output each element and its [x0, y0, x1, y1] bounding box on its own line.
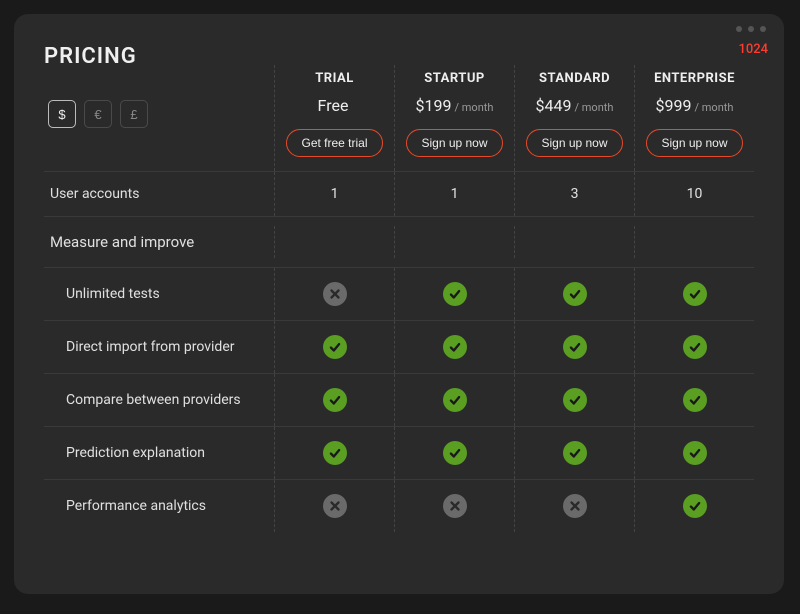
- plan-price: $449/ month: [519, 96, 630, 115]
- table-row: Performance analytics: [44, 479, 754, 532]
- pricing-header-row: $ € £ TRIAL Free Get free trial STARTUP …: [44, 65, 754, 171]
- section-row: Measure and improve: [44, 216, 754, 267]
- price-value: $449: [536, 96, 572, 115]
- plan-cell: [634, 427, 754, 479]
- plan-cell: [394, 480, 514, 532]
- currency-selector: $ € £: [48, 100, 270, 128]
- check-icon: [563, 441, 587, 465]
- breakpoint-badge: 1024: [738, 42, 768, 57]
- plan-cell: 1: [274, 172, 394, 216]
- plan-header-standard: STANDARD $449/ month Sign up now: [514, 65, 634, 171]
- check-icon: [683, 441, 707, 465]
- plan-cell: [514, 427, 634, 479]
- plan-cell: [274, 427, 394, 479]
- plan-cell: [394, 427, 514, 479]
- price-value: $199: [416, 96, 452, 115]
- plan-header-startup: STARTUP $199/ month Sign up now: [394, 65, 514, 171]
- check-icon: [563, 335, 587, 359]
- empty-cell: [634, 226, 754, 258]
- plan-cell: [514, 480, 634, 532]
- plan-cell: [634, 374, 754, 426]
- plan-cell: 10: [634, 172, 754, 216]
- empty-cell: [394, 226, 514, 258]
- row-label: Measure and improve: [44, 217, 274, 267]
- plan-name: ENTERPRISE: [639, 71, 750, 86]
- plan-cell: 1: [394, 172, 514, 216]
- price-period: / month: [455, 101, 494, 114]
- plan-price: $199/ month: [399, 96, 510, 115]
- row-label: Prediction explanation: [44, 431, 274, 475]
- cta-enterprise-button[interactable]: Sign up now: [646, 129, 742, 157]
- currency-eur-button[interactable]: €: [84, 100, 112, 128]
- table-row: Unlimited tests: [44, 267, 754, 320]
- plan-cell: [394, 268, 514, 320]
- table-row: Prediction explanation: [44, 426, 754, 479]
- row-label: Unlimited tests: [44, 272, 274, 316]
- plan-cell: [274, 268, 394, 320]
- currency-usd-button[interactable]: $: [48, 100, 76, 128]
- price-period: / month: [575, 101, 614, 114]
- plan-cell: [394, 374, 514, 426]
- check-icon: [563, 388, 587, 412]
- table-row: Compare between providers: [44, 373, 754, 426]
- check-icon: [323, 335, 347, 359]
- plan-cell: [514, 374, 634, 426]
- pricing-rows: User accounts11310Measure and improveUnl…: [44, 171, 754, 532]
- check-icon: [683, 388, 707, 412]
- check-icon: [683, 335, 707, 359]
- plan-cell: [274, 374, 394, 426]
- table-row: Direct import from provider: [44, 320, 754, 373]
- plan-cell: [634, 321, 754, 373]
- plan-cell: 3: [514, 172, 634, 216]
- plan-cell: [394, 321, 514, 373]
- plan-name: TRIAL: [279, 71, 390, 86]
- row-label: User accounts: [44, 172, 274, 216]
- empty-cell: [274, 226, 394, 258]
- plan-cell: [274, 480, 394, 532]
- check-icon: [443, 441, 467, 465]
- check-icon: [323, 441, 347, 465]
- plan-cell: [634, 268, 754, 320]
- plan-name: STARTUP: [399, 71, 510, 86]
- window-dot-icon: [748, 26, 754, 32]
- window-dot-icon: [760, 26, 766, 32]
- plan-cell: [514, 321, 634, 373]
- plan-price: Free: [279, 96, 390, 115]
- cross-icon: [323, 494, 347, 518]
- price-value: $999: [656, 96, 692, 115]
- plan-header-enterprise: ENTERPRISE $999/ month Sign up now: [634, 65, 754, 171]
- check-icon: [563, 282, 587, 306]
- pricing-card: 1024 PRICING $ € £ TRIAL Free Get free t…: [14, 14, 784, 594]
- plan-name: STANDARD: [519, 71, 630, 86]
- price-period: / month: [695, 101, 734, 114]
- check-icon: [443, 282, 467, 306]
- cta-trial-button[interactable]: Get free trial: [286, 129, 382, 157]
- plan-cell: [634, 480, 754, 532]
- row-label: Compare between providers: [44, 378, 274, 422]
- empty-cell: [514, 226, 634, 258]
- check-icon: [683, 282, 707, 306]
- currency-gbp-button[interactable]: £: [120, 100, 148, 128]
- plan-price: $999/ month: [639, 96, 750, 115]
- check-icon: [323, 388, 347, 412]
- row-label: Direct import from provider: [44, 325, 274, 369]
- plan-cell: [514, 268, 634, 320]
- cta-standard-button[interactable]: Sign up now: [526, 129, 622, 157]
- price-value: Free: [318, 96, 349, 115]
- cross-icon: [563, 494, 587, 518]
- plan-header-trial: TRIAL Free Get free trial: [274, 65, 394, 171]
- check-icon: [443, 388, 467, 412]
- cross-icon: [443, 494, 467, 518]
- plan-cell: [274, 321, 394, 373]
- window-controls: [736, 26, 766, 32]
- table-row: User accounts11310: [44, 171, 754, 216]
- window-dot-icon: [736, 26, 742, 32]
- cta-startup-button[interactable]: Sign up now: [406, 129, 502, 157]
- check-icon: [683, 494, 707, 518]
- row-label: Performance analytics: [44, 484, 274, 528]
- cross-icon: [323, 282, 347, 306]
- check-icon: [443, 335, 467, 359]
